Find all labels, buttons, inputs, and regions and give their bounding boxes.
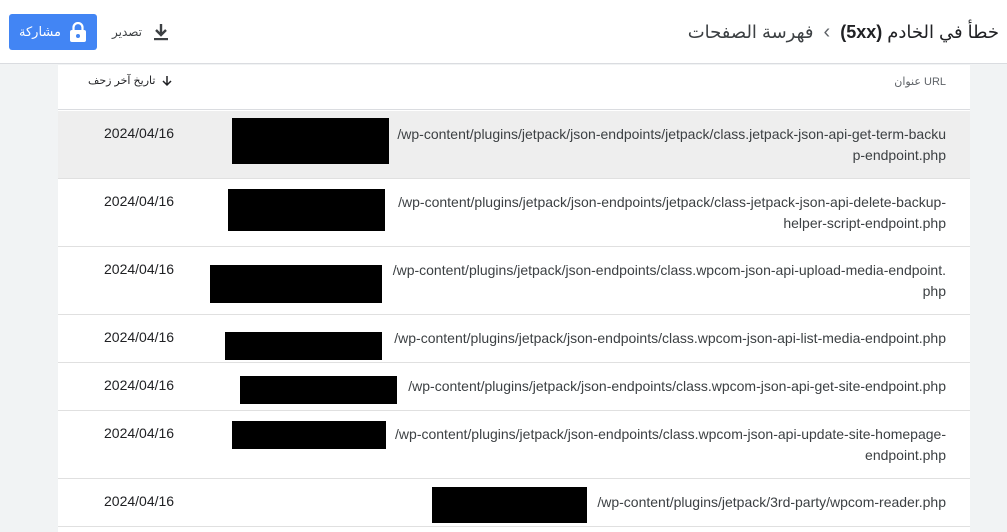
share-button[interactable]: مشاركة: [9, 14, 97, 50]
url-line: /wp-content/plugins/jetpack/3rd-party/wp…: [597, 494, 946, 510]
share-label: مشاركة: [19, 24, 61, 39]
table-row[interactable]: 2024/04/16 /wp-content/plugins/jetpack/j…: [58, 247, 970, 315]
url-cell: /wp-content/plugins/jetpack/json-endpoin…: [394, 328, 946, 349]
url-line: /wp-content/plugins/jetpack/json-endpoin…: [392, 262, 946, 278]
breadcrumb-separator-icon: ›: [823, 20, 831, 43]
url-line: /wp-content/plugins/jetpack/json-endpoin…: [398, 194, 946, 210]
url-line: php: [922, 283, 946, 299]
last-crawled-date: 2024/04/16: [104, 493, 175, 509]
url-line: helper-script-endpoint.php: [783, 215, 946, 231]
export-label: تصدير: [112, 25, 143, 39]
url-line: /wp-content/plugins/jetpack/json-endpoin…: [408, 378, 946, 394]
table-row[interactable]: 2024/04/16 /wp-content/plugins/jetpack/j…: [58, 411, 970, 479]
last-crawled-date: 2024/04/16: [104, 261, 175, 277]
sort-arrow-down-icon: [162, 75, 172, 86]
page-title-code: (5xx): [840, 21, 883, 42]
breadcrumb: فهرسة الصفحات › خطأ في الخادم (5xx): [688, 0, 999, 64]
table-row[interactable]: 2024/04/16 /wp-content/plugins/jetpack/j…: [58, 111, 970, 179]
download-icon: [154, 24, 169, 41]
url-line: endpoint.php: [865, 447, 946, 463]
redaction-block: [232, 421, 386, 449]
url-cell: /wp-content/plugins/jetpack/json-endpoin…: [393, 260, 946, 302]
url-table: عنوان URL تاريخ آخر زحف 2024/04/16 /wp-c…: [58, 65, 970, 532]
export-button[interactable]: تصدير: [112, 18, 170, 46]
table-row[interactable]: 2024/04/16 /wp-content/plugins/jetpack/j…: [58, 179, 970, 247]
page-title-text: خطأ في الخادم: [887, 21, 999, 42]
url-cell: /wp-content/plugins/jetpack/json-endpoin…: [398, 192, 946, 234]
page-title: خطأ في الخادم (5xx): [840, 22, 999, 43]
column-header-url[interactable]: عنوان URL: [894, 75, 946, 88]
url-line: p-endpoint.php: [852, 147, 946, 163]
breadcrumb-parent[interactable]: فهرسة الصفحات: [688, 22, 814, 43]
url-cell: /wp-content/plugins/jetpack/json-endpoin…: [395, 424, 946, 466]
redaction-block: [232, 118, 389, 164]
url-line: /wp-content/plugins/jetpack/json-endpoin…: [397, 126, 946, 142]
last-crawled-date: 2024/04/16: [104, 377, 175, 393]
table-row[interactable]: 2024/04/16 /wp-content/plugins/jetpack/j…: [58, 315, 970, 363]
table-header: عنوان URL تاريخ آخر زحف: [58, 65, 970, 110]
redaction-block: [432, 487, 587, 523]
redaction-block: [210, 265, 382, 303]
last-crawled-date: 2024/04/16: [104, 125, 175, 141]
last-crawled-date: 2024/04/16: [104, 425, 175, 441]
table-row[interactable]: 2024/04/16 /wp-content/plugins/jetpack/j…: [58, 363, 970, 411]
last-crawled-date: 2024/04/16: [104, 329, 175, 345]
redaction-block: [240, 376, 397, 404]
lock-icon: [69, 22, 86, 42]
column-header-last-crawled[interactable]: تاريخ آخر زحف: [88, 74, 173, 87]
last-crawled-date: 2024/04/16: [104, 193, 175, 209]
page-header: مشاركة تصدير فهرسة الصفحات › خطأ في الخا…: [0, 0, 1007, 64]
url-cell: /wp-content/plugins/jetpack/json-endpoin…: [397, 124, 946, 166]
url-cell: /wp-content/plugins/jetpack/3rd-party/wp…: [597, 492, 946, 513]
url-cell: /wp-content/plugins/jetpack/json-endpoin…: [408, 376, 946, 397]
table-row[interactable]: 2024/04/16 /wp-content/plugins/jetpack/3…: [58, 479, 970, 527]
redaction-block: [228, 189, 385, 231]
column-header-last-crawled-label: تاريخ آخر زحف: [88, 75, 156, 87]
url-line: /wp-content/plugins/jetpack/json-endpoin…: [394, 330, 946, 346]
url-line: /wp-content/plugins/jetpack/json-endpoin…: [395, 426, 946, 442]
redaction-block: [225, 332, 382, 360]
